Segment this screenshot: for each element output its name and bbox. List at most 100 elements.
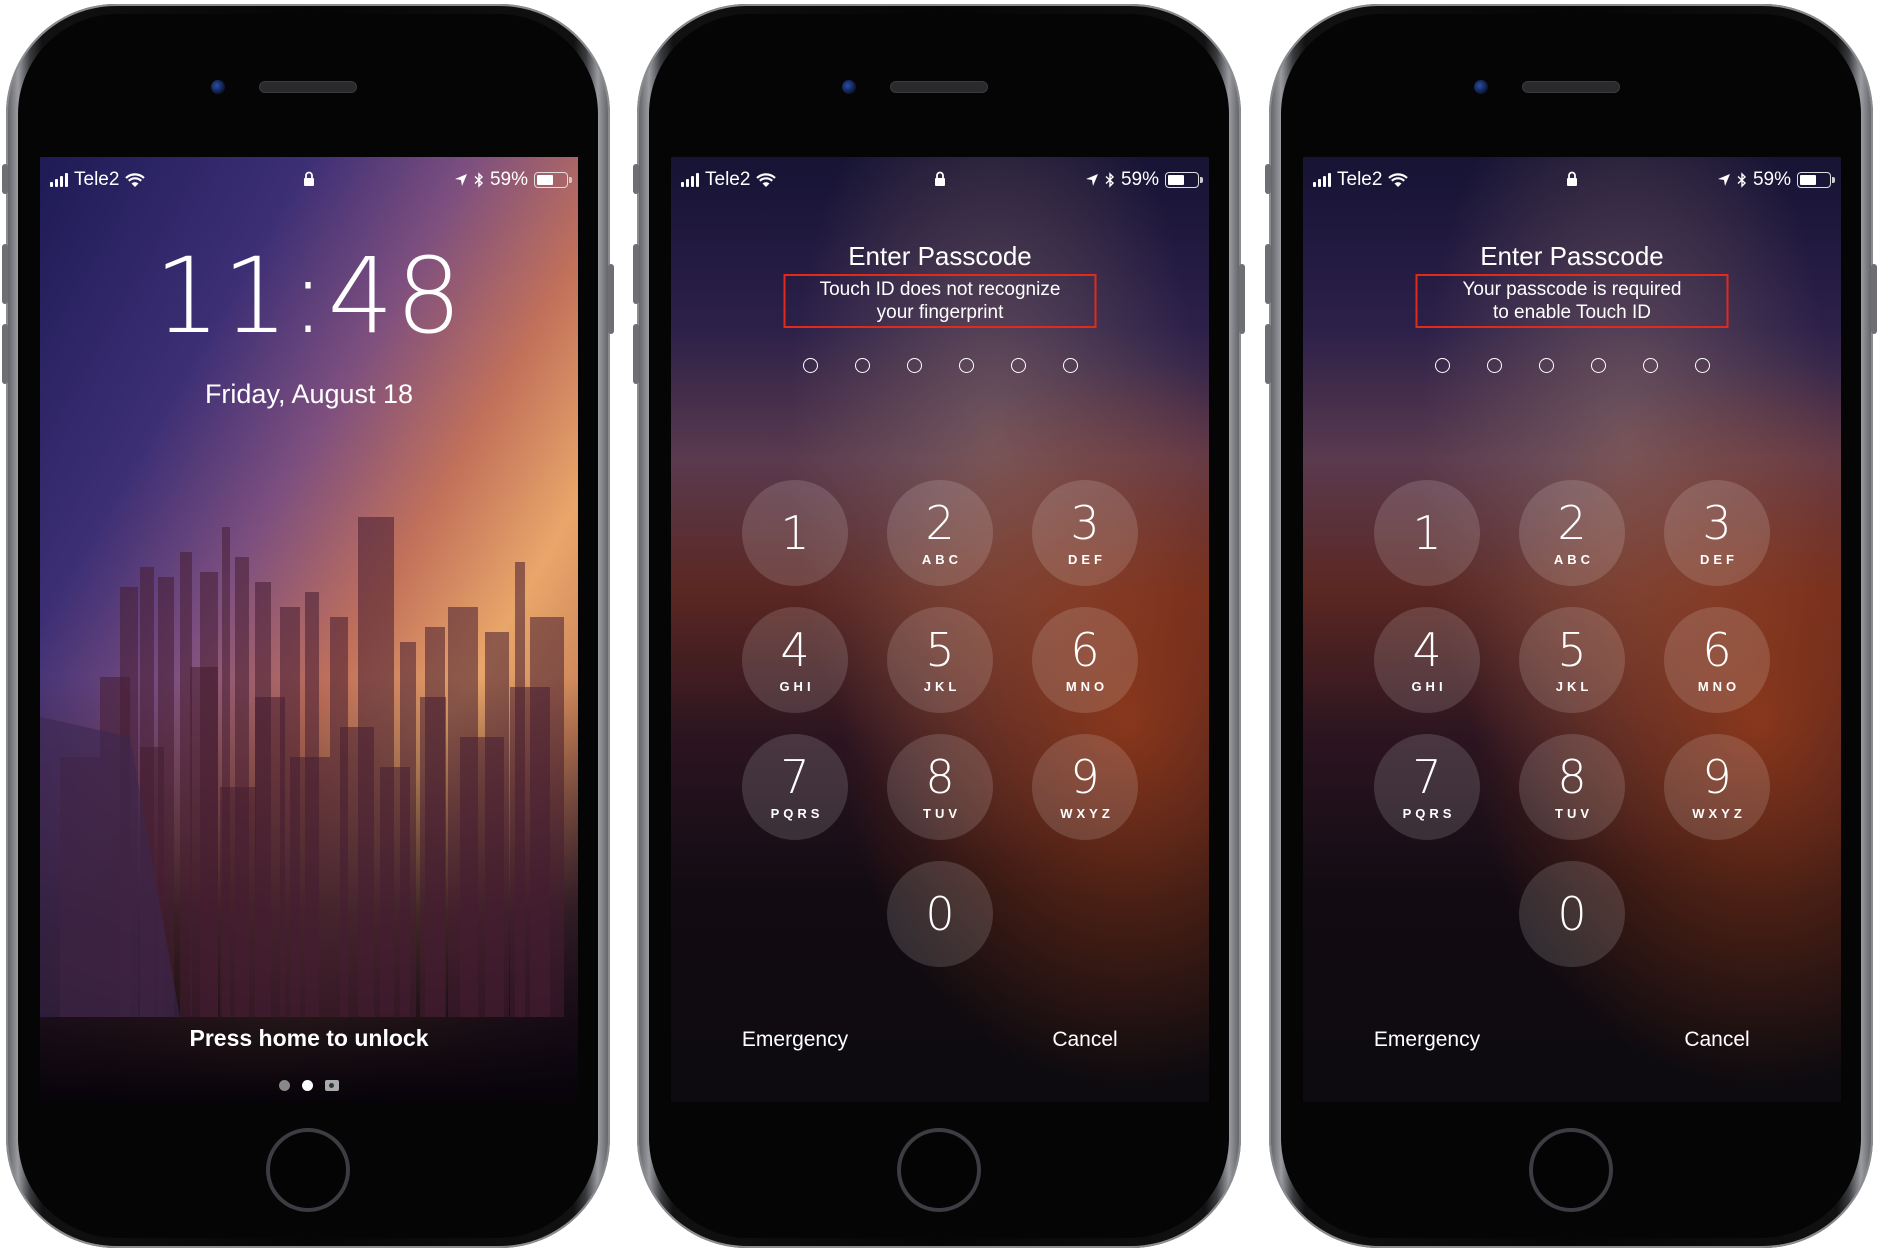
mute-switch[interactable]	[1265, 164, 1271, 194]
bluetooth-icon	[1105, 172, 1114, 188]
key-digit: 2	[1557, 496, 1587, 550]
volume-down-button[interactable]	[633, 324, 639, 384]
earpiece-speaker	[260, 82, 356, 92]
unlock-hint: Press home to unlock	[189, 1025, 429, 1051]
key-digit: 6	[1070, 623, 1100, 677]
keypad-key-5[interactable]: 5 JKL	[1519, 607, 1625, 713]
wifi-icon	[756, 172, 777, 187]
key-digit: 9	[1070, 750, 1100, 804]
passcode-dot	[1010, 358, 1026, 373]
mute-switch[interactable]	[2, 164, 8, 194]
key-letters: DEF	[1700, 552, 1738, 567]
battery-percent: 59%	[1752, 169, 1791, 190]
front-camera	[1474, 80, 1488, 94]
volume-up-button[interactable]	[2, 244, 8, 304]
camera-icon[interactable]	[325, 1080, 339, 1091]
clock-time: 11:48	[154, 235, 464, 357]
home-button[interactable]	[1529, 1128, 1613, 1212]
key-digit: 2	[925, 496, 955, 550]
key-letters: WXYZ	[1060, 806, 1114, 821]
keypad-key-7[interactable]: 7 PQRS	[742, 734, 848, 840]
signal-bars-icon	[50, 173, 68, 187]
front-camera	[211, 80, 225, 94]
passcode-dot	[1434, 358, 1450, 373]
power-button[interactable]	[1239, 264, 1245, 334]
passcode-dots	[1303, 358, 1841, 373]
building	[460, 737, 504, 1017]
keypad-key-3[interactable]: 3 DEF	[1664, 480, 1770, 586]
keypad-key-2[interactable]: 2 ABC	[887, 480, 993, 586]
emergency-button[interactable]: Emergency	[742, 1028, 848, 1052]
message-line-2: your fingerprint	[876, 302, 1004, 323]
passcode-dot	[854, 358, 870, 373]
emergency-button[interactable]: Emergency	[1374, 1028, 1480, 1052]
passcode-dot	[1694, 358, 1710, 373]
keypad-key-7[interactable]: 7 PQRS	[1374, 734, 1480, 840]
wifi-icon	[1388, 172, 1409, 187]
home-button[interactable]	[897, 1128, 981, 1212]
cancel-button[interactable]: Cancel	[1684, 1028, 1749, 1052]
iphone-1: Tele2 59% 11:48 Friday, August 18 Press ho…	[2, 4, 614, 1248]
keypad-key-4[interactable]: 4 GHI	[742, 607, 848, 713]
city-skyline-wallpaper	[40, 517, 564, 1017]
passcode-screen: Tele2 59% Enter Passcode Your passcode is…	[1303, 157, 1841, 1102]
passcode-title: Enter Passcode	[1480, 241, 1664, 271]
key-letters: MNO	[1065, 679, 1109, 694]
power-button[interactable]	[608, 264, 614, 334]
signal-bars-icon	[1313, 173, 1331, 187]
keypad-key-5[interactable]: 5 JKL	[887, 607, 993, 713]
keypad-key-9[interactable]: 9 WXYZ	[1032, 734, 1138, 840]
keypad-key-1[interactable]: 1	[1374, 480, 1480, 586]
key-digit: 0	[1557, 887, 1587, 941]
power-button[interactable]	[1871, 264, 1877, 334]
mute-switch[interactable]	[633, 164, 639, 194]
passcode-dot	[906, 358, 922, 373]
keypad-key-2[interactable]: 2 ABC	[1519, 480, 1625, 586]
key-digit: 1	[1412, 506, 1442, 560]
bluetooth-icon	[1737, 172, 1746, 188]
keypad-key-3[interactable]: 3 DEF	[1032, 480, 1138, 586]
key-letters: DEF	[1068, 552, 1106, 567]
volume-down-button[interactable]	[1265, 324, 1271, 384]
keypad-key-8[interactable]: 8 TUV	[1519, 734, 1625, 840]
building	[190, 667, 218, 1017]
volume-down-button[interactable]	[2, 324, 8, 384]
building	[510, 687, 550, 1017]
page-dot[interactable]	[302, 1080, 313, 1091]
home-button[interactable]	[266, 1128, 350, 1212]
location-arrow-icon	[454, 174, 467, 186]
passcode-dot	[1642, 358, 1658, 373]
keypad-key-0[interactable]: 0	[887, 861, 993, 967]
keypad-key-6[interactable]: 6 MNO	[1032, 607, 1138, 713]
battery-icon	[1165, 172, 1203, 188]
location-arrow-icon	[1085, 174, 1098, 186]
touch-id-message: Touch ID does not recognize your fingerpr…	[783, 274, 1097, 328]
key-digit: 8	[925, 750, 955, 804]
key-digit: 5	[1557, 623, 1587, 677]
keypad-key-9[interactable]: 9 WXYZ	[1664, 734, 1770, 840]
key-letters: TUV	[1555, 806, 1593, 821]
message-line-1: Your passcode is required	[1462, 279, 1682, 300]
key-digit: 5	[925, 623, 955, 677]
keypad-key-4[interactable]: 4 GHI	[1374, 607, 1480, 713]
key-digit: 7	[780, 750, 810, 804]
passcode-dot	[1538, 358, 1554, 373]
volume-up-button[interactable]	[633, 244, 639, 304]
touch-id-message: Your passcode is required to enable Touch…	[1415, 274, 1729, 328]
key-letters: PQRS	[1402, 806, 1456, 821]
key-letters: MNO	[1697, 679, 1741, 694]
passcode-dot	[1062, 358, 1078, 373]
front-camera	[842, 80, 856, 94]
passcode-screen: Tele2 59% Enter Passcode Touch ID does no…	[671, 157, 1209, 1102]
carrier-name: Tele2	[705, 169, 751, 190]
keypad-key-6[interactable]: 6 MNO	[1664, 607, 1770, 713]
cancel-button[interactable]: Cancel	[1052, 1028, 1117, 1052]
bluetooth-icon	[474, 172, 483, 188]
lock-icon	[935, 171, 945, 186]
keypad-key-1[interactable]: 1	[742, 480, 848, 586]
page-dot[interactable]	[279, 1080, 290, 1091]
volume-up-button[interactable]	[1265, 244, 1271, 304]
keypad-key-8[interactable]: 8 TUV	[887, 734, 993, 840]
keypad-key-0[interactable]: 0	[1519, 861, 1625, 967]
earpiece-speaker	[891, 82, 987, 92]
